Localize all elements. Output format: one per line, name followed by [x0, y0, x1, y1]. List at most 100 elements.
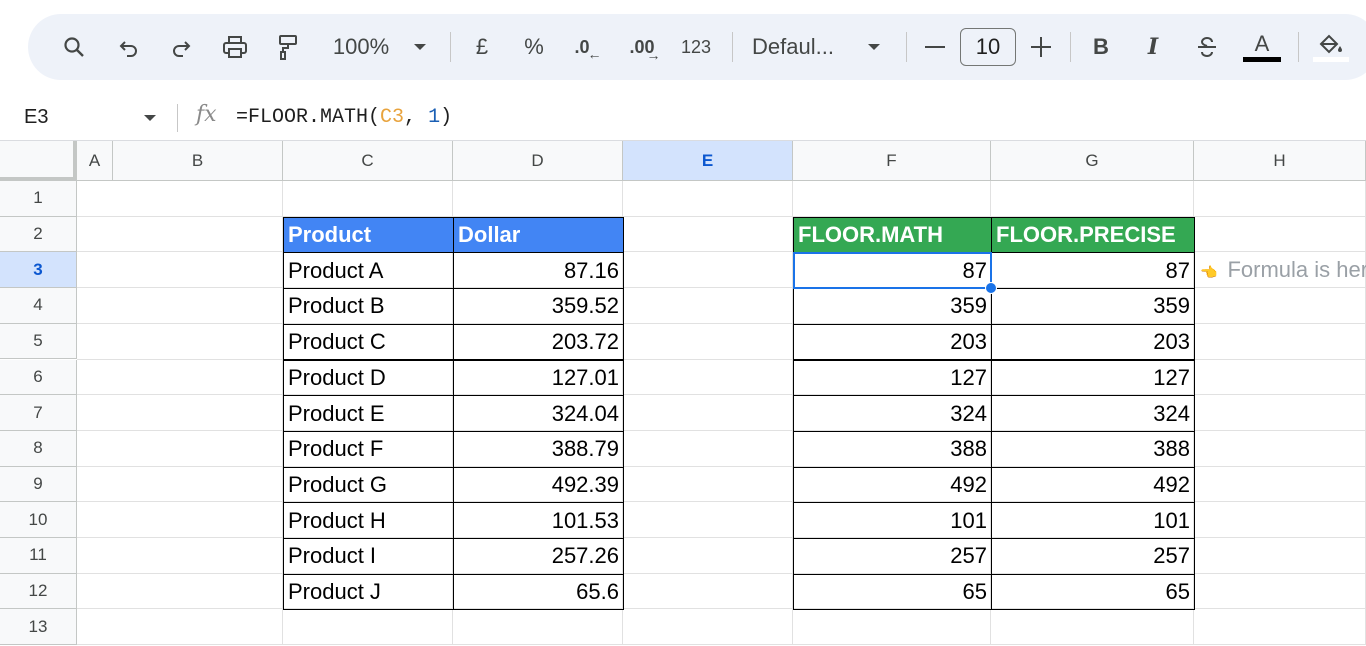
arrow-right-icon: →	[646, 47, 661, 63]
formula-input[interactable]: =FLOOR.MATH(C3, 1)	[236, 106, 452, 129]
row-header-2[interactable]: 2	[0, 216, 77, 253]
font-size-decrease-icon[interactable]	[922, 14, 948, 80]
floor-precise-cell[interactable]: 87	[991, 252, 1195, 290]
column-header-b[interactable]: B	[113, 141, 283, 181]
product-name-cell[interactable]: Product H	[283, 502, 454, 539]
italic-button[interactable]: I	[1140, 14, 1166, 80]
paint-format-icon[interactable]	[272, 14, 304, 80]
product-name-cell[interactable]: Product C	[283, 323, 454, 361]
product-name-cell[interactable]: Product A	[283, 252, 454, 290]
font-size-value: 10	[975, 34, 1001, 59]
dollar-value-cell[interactable]: 203.72	[453, 323, 624, 361]
product-name-cell[interactable]: Product J	[283, 573, 454, 611]
column-header-h[interactable]: H	[1194, 141, 1366, 181]
product-name-cell[interactable]: Product D	[283, 359, 454, 397]
row-header-5[interactable]: 5	[0, 323, 77, 360]
column-header-g[interactable]: G	[991, 141, 1194, 181]
column-header-e[interactable]: E	[623, 141, 793, 181]
dollar-value-cell[interactable]: 257.26	[453, 538, 624, 575]
fill-handle[interactable]	[985, 282, 997, 295]
currency-button[interactable]: £	[468, 14, 496, 80]
row-header-13[interactable]: 13	[0, 609, 77, 646]
floor-math-cell[interactable]: 101	[793, 502, 992, 539]
dollar-value-cell[interactable]: 65.6	[453, 573, 624, 611]
floor-precise-cell[interactable]: 257	[991, 538, 1195, 575]
table-header-product[interactable]: Product	[283, 216, 454, 254]
floor-math-cell[interactable]: 257	[793, 538, 992, 575]
floor-math-cell[interactable]: 324	[793, 395, 992, 432]
dollar-value-cell[interactable]: 492.39	[453, 466, 624, 504]
fill-color-button[interactable]	[1312, 14, 1350, 80]
column-header-d[interactable]: D	[453, 141, 623, 181]
floor-math-cell[interactable]: 359	[793, 288, 992, 325]
font-size-increase-icon[interactable]	[1028, 14, 1054, 80]
floor-precise-cell[interactable]: 388	[991, 430, 1195, 468]
row-header-10[interactable]: 10	[0, 502, 77, 538]
text-color-label: A	[1254, 30, 1270, 56]
zoom-select[interactable]: 100%	[326, 14, 396, 80]
dollar-value-cell[interactable]: 324.04	[453, 395, 624, 432]
paint-bucket-icon	[1319, 34, 1342, 53]
product-name-cell[interactable]: Product G	[283, 466, 454, 504]
floor-precise-cell[interactable]: 359	[991, 288, 1195, 325]
floor-precise-cell[interactable]: 101	[991, 502, 1195, 539]
floor-precise-cell[interactable]: 127	[991, 359, 1195, 397]
bold-button[interactable]: B	[1088, 14, 1114, 80]
row-header-11[interactable]: 11	[0, 538, 77, 574]
row-header-4[interactable]: 4	[0, 288, 77, 324]
row-header-1[interactable]: 1	[0, 181, 77, 217]
name-box[interactable]: E3	[24, 106, 48, 129]
undo-icon[interactable]	[114, 14, 144, 80]
decrease-decimal-button[interactable]: .0 ←	[570, 14, 606, 80]
product-name-cell[interactable]: Product I	[283, 538, 454, 575]
toolbar: 100% £ % .0 ← .00 → 123 Defaul... 10 B I…	[28, 14, 1366, 80]
toolbar-divider	[1298, 32, 1299, 62]
column-header-f[interactable]: F	[793, 141, 991, 181]
product-name-cell[interactable]: Product E	[283, 395, 454, 432]
floor-precise-cell[interactable]: 65	[991, 573, 1195, 611]
floor-math-cell[interactable]: 388	[793, 430, 992, 468]
font-size-input[interactable]: 10	[960, 28, 1016, 66]
redo-icon[interactable]	[166, 14, 196, 80]
table-header-dollar[interactable]: Dollar	[453, 216, 624, 254]
dollar-value-cell[interactable]: 87.16	[453, 252, 624, 290]
table-header-floor-precise[interactable]: FLOOR.PRECISE	[991, 216, 1195, 254]
row-header-7[interactable]: 7	[0, 395, 77, 431]
text-color-button[interactable]: A	[1242, 14, 1282, 80]
table-header-floor-math[interactable]: FLOOR.MATH	[793, 216, 992, 254]
dollar-value-cell[interactable]: 101.53	[453, 502, 624, 539]
floor-math-cell[interactable]: 127	[793, 359, 992, 397]
floor-precise-cell[interactable]: 324	[991, 395, 1195, 432]
gridline-horizontal	[77, 644, 1366, 646]
floor-math-cell[interactable]: 65	[793, 573, 992, 611]
font-dropdown-icon[interactable]	[864, 14, 884, 80]
floor-math-cell[interactable]: 492	[793, 466, 992, 504]
floor-math-cell[interactable]: 203	[793, 323, 992, 361]
row-header-3[interactable]: 3	[0, 252, 77, 289]
product-name-cell[interactable]: Product F	[283, 430, 454, 468]
select-all-corner[interactable]	[0, 141, 77, 181]
increase-decimal-button[interactable]: .00 →	[624, 14, 666, 80]
font-select[interactable]: Defaul...	[752, 14, 848, 80]
row-header-12[interactable]: 12	[0, 573, 77, 610]
search-icon[interactable]	[58, 14, 90, 80]
zoom-dropdown-icon[interactable]	[410, 14, 430, 80]
row-header-8[interactable]: 8	[0, 430, 77, 467]
column-header-c[interactable]: C	[283, 141, 453, 181]
dollar-value-cell[interactable]: 388.79	[453, 430, 624, 468]
row-header-9[interactable]: 9	[0, 466, 77, 503]
floor-precise-cell[interactable]: 492	[991, 466, 1195, 504]
percent-button[interactable]: %	[520, 14, 548, 80]
dollar-value-cell[interactable]: 127.01	[453, 359, 624, 397]
row-header-6[interactable]: 6	[0, 359, 77, 396]
toolbar-area: 100% £ % .0 ← .00 → 123 Defaul... 10 B I…	[0, 0, 1366, 96]
product-name-cell[interactable]: Product B	[283, 288, 454, 325]
toolbar-divider	[1070, 32, 1071, 62]
name-box-dropdown-icon[interactable]	[143, 110, 157, 128]
dollar-value-cell[interactable]: 359.52	[453, 288, 624, 325]
strikethrough-icon[interactable]	[1192, 14, 1222, 80]
number-format-button[interactable]: 123	[676, 14, 716, 80]
floor-precise-cell[interactable]: 203	[991, 323, 1195, 361]
column-header-a[interactable]: A	[77, 141, 113, 181]
print-icon[interactable]	[218, 14, 252, 80]
